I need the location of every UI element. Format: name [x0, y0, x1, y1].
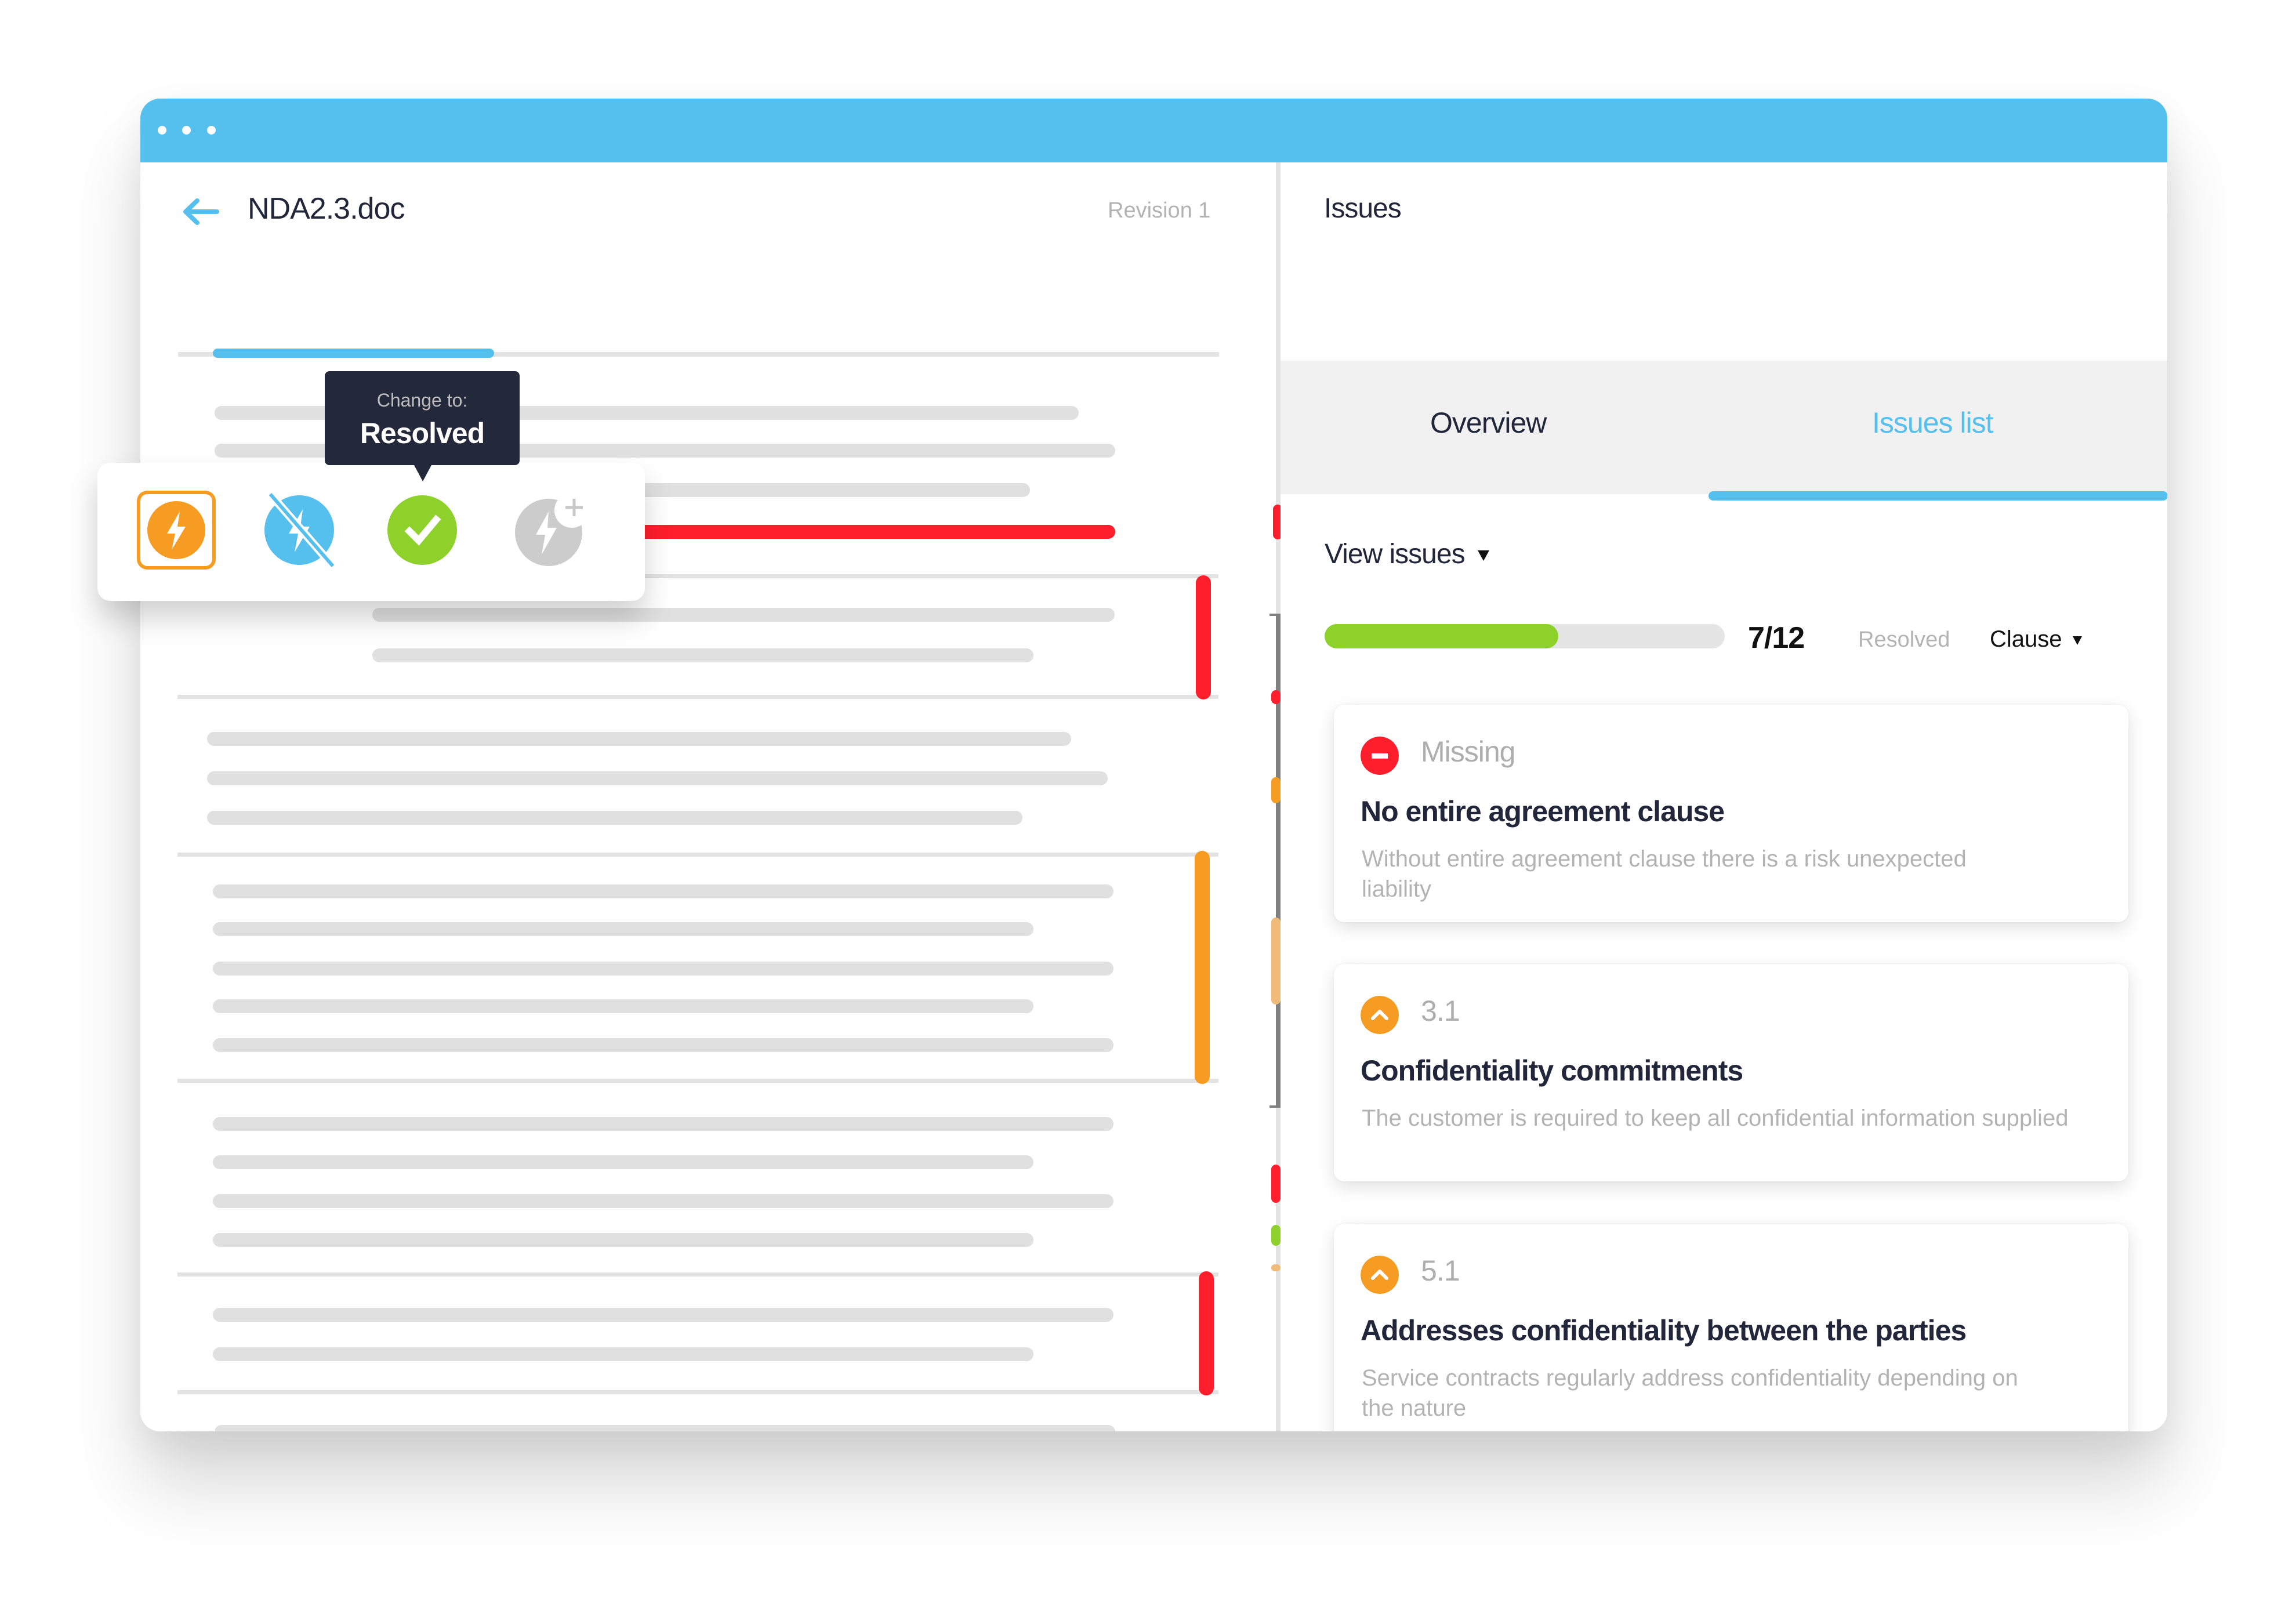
issues-pane: Issues Overview Issues list View issues …: [1281, 162, 2167, 1431]
text-line: [213, 922, 1033, 936]
status-popup: [97, 463, 645, 601]
chevron-up-circle-icon: [1361, 1256, 1399, 1294]
issue-title: No entire agreement clause: [1361, 795, 1725, 828]
issue-description: Without entire agreement clause there is…: [1362, 846, 1967, 902]
lightning-off-icon: [264, 491, 336, 569]
app-window: NDA2.3.doc Revision 1 Issues Overview Is…: [140, 99, 2167, 1431]
text-line: [213, 1308, 1113, 1322]
text-line: [213, 884, 1113, 898]
text-line: [213, 1194, 1113, 1208]
clause-number: 3.1: [1421, 995, 1460, 1027]
caret-down-icon: [1477, 550, 1489, 561]
tab-bar: Overview Issues list: [1281, 361, 2167, 494]
timeline-marker-red[interactable]: [1271, 690, 1281, 704]
lightning-plus-icon: [515, 493, 589, 566]
section-divider: [177, 1390, 1218, 1394]
window-dot[interactable]: [207, 126, 216, 135]
text-line: [213, 962, 1113, 976]
status-option-open[interactable]: [137, 491, 216, 570]
text-line: [213, 1155, 1033, 1169]
view-issues-label: View issues: [1325, 539, 1466, 570]
sort-label: Clause: [1990, 626, 2062, 652]
tooltip-value: Resolved: [360, 417, 485, 449]
text-line: [213, 1233, 1033, 1247]
issue-card[interactable]: Missing No entire agreement clause Witho…: [1334, 705, 2128, 922]
active-tab-indicator: [1709, 491, 2167, 501]
text-line: [213, 1347, 1033, 1361]
timeline-marker-orange[interactable]: [1271, 777, 1281, 803]
text-line: [213, 1038, 1113, 1052]
lightning-icon: [147, 501, 205, 559]
issue-tag: Missing: [1421, 735, 1515, 768]
caret-down-icon: [2072, 636, 2082, 645]
resolved-progress-bar: [1325, 624, 1725, 648]
issue-marker-orange[interactable]: [1195, 851, 1210, 1084]
timeline-marker-green[interactable]: [1271, 1225, 1281, 1246]
text-line: [207, 771, 1108, 785]
status-option-dismiss[interactable]: [260, 491, 339, 570]
timeline-marker-red[interactable]: [1271, 1165, 1281, 1203]
chevron-up-circle-icon: [1361, 996, 1399, 1034]
clause-number: 5.1: [1421, 1254, 1460, 1287]
issue-description: Service contracts regularly address conf…: [1362, 1365, 2018, 1421]
document-title: NDA2.3.doc: [248, 192, 405, 226]
revision-label[interactable]: Revision 1: [1108, 198, 1210, 223]
issue-card[interactable]: 3.1 Confidentiality commitments The cust…: [1334, 964, 2128, 1181]
document-pane: NDA2.3.doc Revision 1: [140, 162, 1276, 1431]
section-divider: [177, 1272, 1218, 1277]
sort-dropdown[interactable]: Clause: [1990, 626, 2082, 652]
text-line: [213, 1117, 1113, 1131]
issue-marker-red[interactable]: [1196, 575, 1211, 699]
issue-marker-red[interactable]: [1199, 1271, 1214, 1395]
section-divider: [177, 695, 1218, 699]
text-line: [215, 1425, 1115, 1431]
arrow-left-icon[interactable]: [181, 197, 222, 226]
tab-issues-list[interactable]: Issues list: [1872, 406, 1994, 440]
status-tooltip: Change to: Resolved: [325, 371, 520, 465]
checkmark-icon: [387, 495, 457, 565]
text-line: [207, 811, 1022, 825]
doc-scroll-indicator: [213, 349, 494, 358]
timeline-marker-light-orange[interactable]: [1271, 918, 1281, 1005]
tab-overview[interactable]: Overview: [1430, 406, 1547, 440]
window-dot[interactable]: [158, 126, 166, 135]
section-divider: [177, 1079, 1218, 1083]
resolved-progress-fill: [1325, 624, 1558, 648]
text-line: [372, 608, 1115, 622]
issues-title: Issues: [1324, 193, 1402, 224]
tooltip-arrow: [414, 464, 432, 481]
minus-circle-icon: [1361, 737, 1399, 775]
view-issues-dropdown[interactable]: View issues: [1325, 538, 1489, 570]
issue-title: Confidentiality commitments: [1361, 1054, 1743, 1087]
text-line: [213, 999, 1033, 1013]
status-option-add[interactable]: [512, 491, 590, 570]
tooltip-label: Change to:: [376, 390, 468, 411]
text-line: [372, 648, 1033, 662]
title-bar: [140, 99, 2167, 162]
resolved-label: Resolved: [1858, 628, 1950, 652]
window-dot[interactable]: [182, 126, 191, 135]
issue-card[interactable]: 5.1 Addresses confidentiality between th…: [1334, 1224, 2128, 1431]
resolved-count: 7/12: [1748, 621, 1805, 655]
section-divider: [177, 853, 1218, 857]
status-option-resolved[interactable]: [383, 491, 462, 570]
issue-description: The customer is required to keep all con…: [1362, 1105, 2069, 1131]
timeline-marker-light-orange[interactable]: [1271, 1264, 1281, 1271]
issue-title: Addresses confidentiality between the pa…: [1361, 1314, 1967, 1347]
text-line: [207, 732, 1071, 746]
timeline-range: [1276, 614, 1281, 1107]
